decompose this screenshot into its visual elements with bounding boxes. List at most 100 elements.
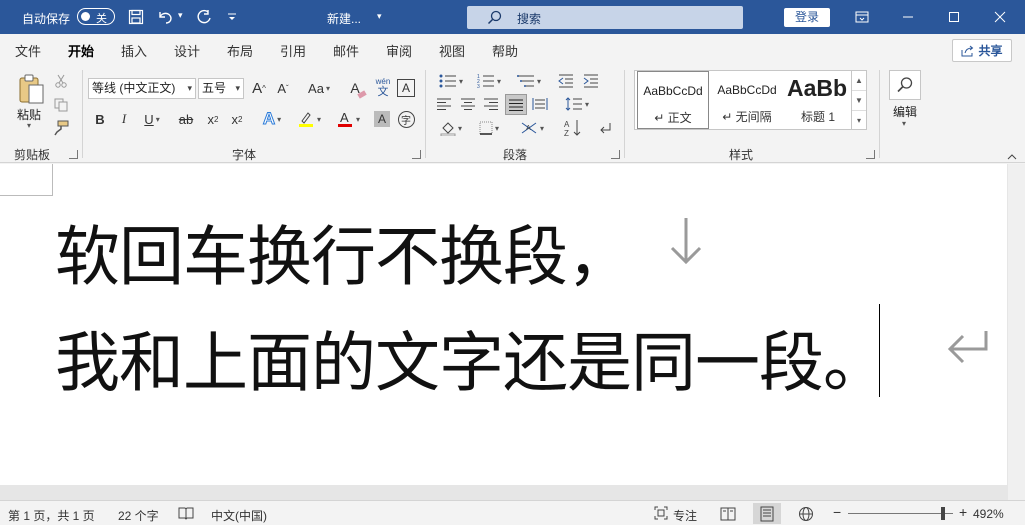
style-normal[interactable]: AaBbCcDd ↵ 正文 (637, 71, 709, 129)
styles-scroll-down-icon[interactable]: ▼ (852, 91, 866, 111)
save-icon[interactable] (126, 7, 146, 27)
italic-button[interactable]: I (116, 109, 132, 129)
decrease-indent-icon[interactable] (557, 72, 575, 90)
tab-insert[interactable]: 插入 (121, 41, 147, 60)
numbering-button[interactable]: 1 2 3 ▾ (472, 72, 506, 90)
minimize-icon[interactable] (897, 6, 919, 28)
grow-font-icon[interactable]: A ^ (249, 78, 269, 98)
customize-qat-icon[interactable] (222, 7, 242, 27)
align-right-icon[interactable] (482, 95, 500, 113)
superscript-button[interactable]: x2 (229, 109, 245, 129)
focus-icon[interactable] (654, 506, 668, 523)
redo-icon[interactable] (194, 7, 214, 27)
document-line-1[interactable]: 软回车换行不换段， (55, 204, 632, 298)
tab-file[interactable]: 文件 (15, 41, 41, 60)
phonetic-guide-icon[interactable]: wén 文 (372, 75, 394, 99)
format-painter-icon[interactable] (52, 119, 70, 137)
tab-review[interactable]: 审阅 (386, 41, 412, 60)
tab-design[interactable]: 设计 (174, 41, 200, 60)
font-size-dropdown[interactable]: 五号 ▾ (198, 78, 244, 99)
style-heading-1[interactable]: AaBb 标题 1 (785, 71, 851, 129)
zoom-out-button[interactable]: − (833, 504, 841, 520)
paste-dropdown-icon[interactable]: ▾ (27, 121, 31, 130)
paragraph-launcher-icon[interactable] (611, 150, 620, 159)
zoom-level[interactable]: 492% (973, 507, 1004, 521)
print-layout-icon[interactable] (753, 503, 781, 524)
tab-mailings[interactable]: 邮件 (333, 41, 359, 60)
shrink-font-icon[interactable]: Aˇ (273, 78, 293, 98)
bold-button[interactable]: B (92, 109, 108, 129)
show-marks-icon[interactable] (595, 118, 615, 138)
justify-icon[interactable] (505, 94, 527, 115)
cut-icon[interactable] (52, 72, 70, 90)
paste-icon[interactable] (14, 72, 48, 106)
increase-indent-icon[interactable] (582, 72, 600, 90)
tab-layout[interactable]: 布局 (227, 41, 253, 60)
styles-scroll-up-icon[interactable]: ▲ (852, 71, 866, 91)
document-name[interactable]: 新建... (327, 10, 361, 27)
close-icon[interactable] (989, 6, 1011, 28)
tab-help[interactable]: 帮助 (492, 41, 518, 60)
page-count[interactable]: 第 1 页，共 1 页 (8, 507, 95, 524)
text-effects-button[interactable]: A ▾ (256, 109, 288, 129)
change-case-label: Aa (308, 80, 324, 96)
styles-group-label: 样式 (729, 148, 754, 162)
tab-home[interactable]: 开始 (68, 41, 95, 67)
distributed-icon[interactable] (531, 95, 549, 113)
underline-button[interactable]: U ▾ (140, 109, 164, 129)
maximize-icon[interactable] (943, 6, 965, 28)
proofing-icon[interactable] (178, 506, 194, 523)
highlight-color-button[interactable]: ▾ (294, 109, 324, 129)
enclose-characters-icon[interactable]: 字 (396, 109, 416, 129)
sort-icon[interactable]: AZ (563, 118, 583, 138)
web-layout-icon[interactable] (792, 503, 820, 524)
word-count[interactable]: 22 个字 (118, 507, 159, 524)
share-button[interactable]: 共享 (952, 39, 1012, 62)
character-shading-icon[interactable]: A (374, 111, 390, 127)
zoom-slider-thumb[interactable] (941, 507, 945, 520)
focus-label[interactable]: 专注 (673, 507, 697, 524)
styles-more-icon[interactable]: ▾ (852, 111, 866, 131)
paragraph-group-label: 段落 (503, 148, 528, 162)
font-launcher-icon[interactable] (412, 150, 421, 159)
shading-button[interactable]: ▾ (434, 119, 468, 137)
login-button[interactable]: 登录 (784, 8, 830, 27)
chinese-layout-button[interactable]: A ▾ (515, 119, 549, 137)
zoom-in-button[interactable]: + (959, 504, 967, 520)
tab-references[interactable]: 引用 (280, 41, 306, 60)
font-color-button[interactable]: A ▾ (333, 109, 363, 129)
document-page[interactable]: 软回车换行不换段， 我和上面的文字还是同一段。 (0, 164, 1007, 485)
undo-icon[interactable] (155, 7, 175, 27)
read-mode-icon[interactable] (714, 503, 742, 524)
clipboard-launcher-icon[interactable] (69, 150, 78, 159)
subscript-button[interactable]: x2 (205, 109, 221, 129)
autosave-toggle[interactable]: 关 (77, 8, 115, 25)
clear-formatting-icon[interactable]: A (344, 78, 367, 99)
font-name-dropdown[interactable]: 等线 (中文正文) ▾ (88, 78, 196, 99)
editing-dropdown-icon[interactable]: ▾ (902, 119, 906, 128)
align-center-icon[interactable] (459, 95, 477, 113)
language-indicator[interactable]: 中文(中国) (211, 507, 267, 524)
character-border-icon[interactable]: A (397, 79, 415, 97)
editing-label[interactable]: 编辑 (893, 103, 917, 120)
align-left-icon[interactable] (435, 95, 453, 113)
borders-button[interactable]: ▾ (472, 119, 506, 137)
multilevel-list-button[interactable]: ▾ (512, 72, 546, 90)
zoom-slider-track[interactable] (848, 513, 953, 514)
find-icon[interactable] (889, 70, 921, 100)
document-name-dropdown-icon[interactable]: ▾ (377, 11, 382, 22)
line-spacing-button[interactable]: ▾ (561, 95, 593, 113)
undo-dropdown-icon[interactable]: ▾ (178, 10, 183, 21)
style-no-spacing[interactable]: AaBbCcDd ↵ 无间隔 (711, 71, 783, 129)
strikethrough-button[interactable]: ab (176, 109, 196, 129)
bullets-button[interactable]: ▾ (434, 72, 468, 90)
tab-view[interactable]: 视图 (439, 41, 465, 60)
ribbon-display-options-icon[interactable] (851, 6, 873, 28)
copy-icon[interactable] (52, 96, 70, 114)
collapse-ribbon-icon[interactable] (1004, 152, 1020, 162)
styles-launcher-icon[interactable] (866, 150, 875, 159)
document-line-2[interactable]: 我和上面的文字还是同一段。 (55, 310, 888, 404)
change-case-button[interactable]: Aa ▾ (302, 78, 336, 98)
vertical-scrollbar[interactable] (1008, 164, 1025, 500)
search-box[interactable]: 搜索 (467, 6, 743, 29)
